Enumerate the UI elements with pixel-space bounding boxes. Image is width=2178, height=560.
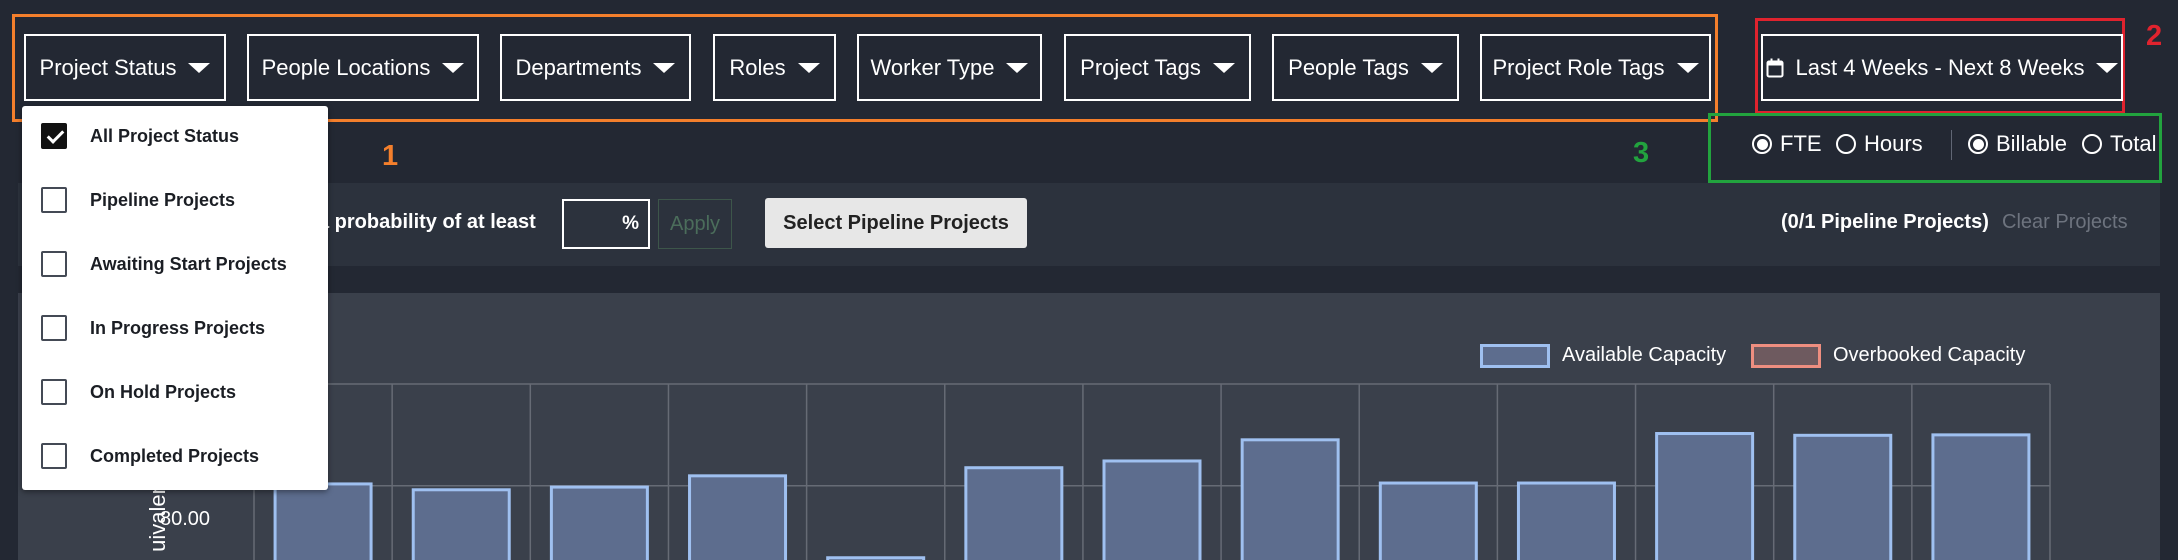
- bar-available-capacity[interactable]: [549, 485, 649, 560]
- bar-available-capacity[interactable]: [1793, 433, 1893, 560]
- status-option-label: In Progress Projects: [90, 317, 266, 338]
- bar-available-capacity[interactable]: [1102, 459, 1202, 560]
- bar-available-capacity[interactable]: [688, 474, 788, 560]
- bar-available-capacity[interactable]: [1516, 481, 1616, 560]
- status-option[interactable]: In Progress Projects: [22, 296, 328, 360]
- checkbox-icon[interactable]: [41, 251, 67, 277]
- status-option-label: Pipeline Projects: [90, 189, 236, 210]
- status-option-label: Awaiting Start Projects: [90, 253, 287, 274]
- bar-available-capacity[interactable]: [1931, 433, 2031, 560]
- status-option[interactable]: Pipeline Projects: [22, 168, 328, 232]
- bar-available-capacity[interactable]: [1655, 432, 1755, 560]
- bar-available-capacity[interactable]: [1378, 481, 1478, 560]
- bar-available-capacity[interactable]: [1240, 438, 1340, 560]
- status-option-label: All Project Status: [90, 125, 240, 146]
- status-option[interactable]: Completed Projects: [22, 424, 328, 488]
- bar-available-capacity[interactable]: [411, 488, 511, 560]
- legend-label-available: Available Capacity: [1562, 344, 1727, 366]
- checkbox-icon[interactable]: [41, 187, 67, 213]
- checkbox-icon[interactable]: [41, 315, 67, 341]
- checkbox-icon[interactable]: [41, 443, 67, 469]
- legend-label-overbooked: Overbooked Capacity: [1833, 344, 2026, 366]
- legend-swatch-available: [1480, 344, 1550, 368]
- status-option[interactable]: Awaiting Start Projects: [22, 232, 328, 296]
- status-option-label: On Hold Projects: [90, 381, 237, 402]
- checkbox-checked-icon[interactable]: [41, 123, 67, 149]
- status-option[interactable]: On Hold Projects: [22, 360, 328, 424]
- bar-available-capacity[interactable]: [964, 466, 1064, 560]
- bar-available-capacity[interactable]: [273, 482, 373, 560]
- status-option[interactable]: All Project Status: [22, 104, 328, 168]
- checkbox-icon[interactable]: [41, 379, 67, 405]
- status-option-label: Completed Projects: [90, 445, 260, 466]
- legend-swatch-overbooked: [1751, 344, 1821, 368]
